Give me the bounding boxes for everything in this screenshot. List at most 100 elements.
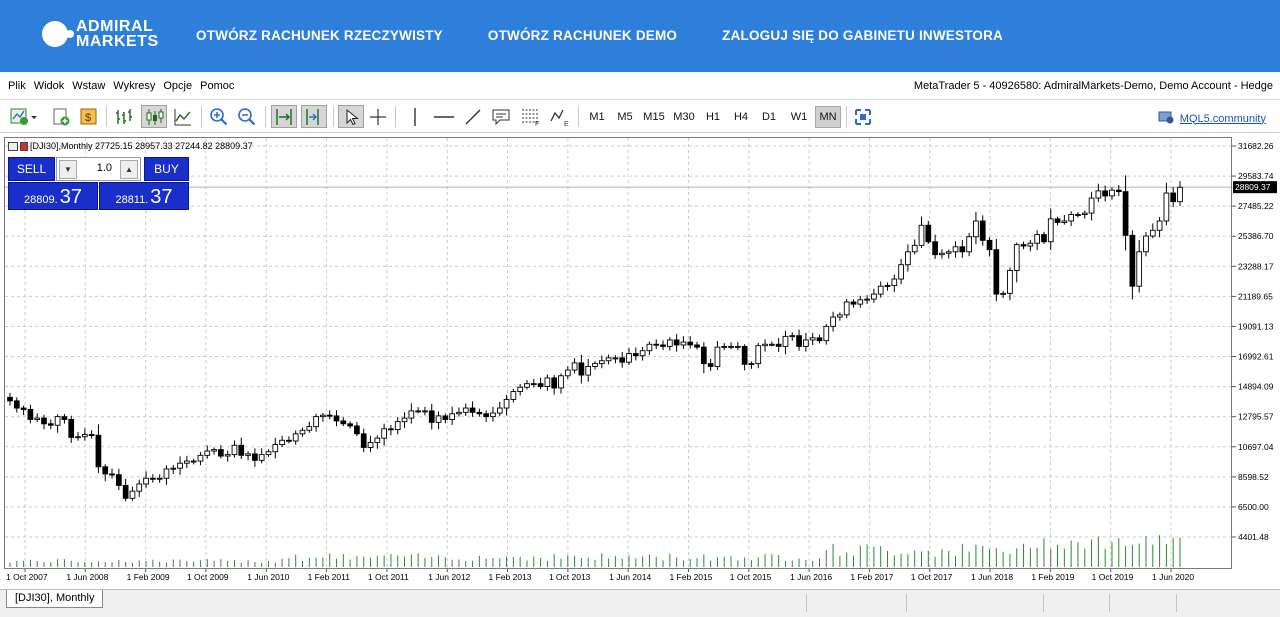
candle-bullish bbox=[857, 299, 864, 305]
admiral-markets-logo[interactable]: ADMIRAL MARKETS bbox=[42, 19, 159, 50]
menu-view[interactable]: Widok bbox=[34, 80, 65, 92]
y-tick-label: 10697.04 bbox=[1238, 442, 1274, 452]
x-tick-label: 1 Oct 2013 bbox=[549, 572, 591, 582]
candle-bullish bbox=[1075, 214, 1081, 216]
timeframe-m5[interactable]: M5 bbox=[612, 106, 638, 128]
candle-bearish bbox=[115, 474, 122, 486]
candlestick-chart-icon[interactable] bbox=[141, 105, 167, 128]
candle-bullish bbox=[54, 416, 61, 426]
menu-bar: Plik Widok Wstaw Wykresy Opcje Pomoc Met… bbox=[0, 72, 1280, 100]
candle-bullish bbox=[1177, 186, 1183, 203]
candle-bullish bbox=[803, 339, 809, 347]
x-tick-label: 1 Jun 2010 bbox=[247, 572, 289, 582]
trendline-icon[interactable] bbox=[462, 105, 484, 128]
chart-flag-icon bbox=[20, 141, 28, 151]
buy-price[interactable]: 28811. 37 bbox=[99, 182, 189, 210]
candle-bullish bbox=[871, 293, 877, 300]
y-tick-label: 27485.22 bbox=[1238, 201, 1274, 211]
menu-help[interactable]: Pomoc bbox=[200, 80, 234, 92]
cursor-icon[interactable] bbox=[338, 105, 364, 128]
candle-bullish bbox=[755, 345, 762, 365]
fullscreen-icon[interactable] bbox=[852, 105, 874, 128]
candle-bearish bbox=[442, 415, 449, 420]
candle-bearish bbox=[660, 344, 666, 347]
candle-bearish bbox=[20, 407, 27, 410]
chart-symbol-header: [DJI30],Monthly 27725.15 28957.33 27244.… bbox=[8, 141, 253, 151]
candle-bearish bbox=[469, 407, 476, 413]
candle-bullish bbox=[1068, 214, 1075, 222]
candle-bullish bbox=[605, 357, 612, 362]
y-tick-label: 25386.70 bbox=[1238, 231, 1274, 241]
candle-bearish bbox=[578, 362, 585, 376]
text-label-icon[interactable] bbox=[490, 105, 512, 128]
y-tick-label: 4401.48 bbox=[1238, 532, 1269, 542]
new-order-icon[interactable] bbox=[50, 105, 72, 128]
chart-shift-icon[interactable] bbox=[301, 105, 327, 128]
vertical-line-icon[interactable] bbox=[404, 105, 426, 128]
lot-size-field[interactable]: ▼ 1.0 ▲ bbox=[56, 157, 141, 181]
algo-trading-icon[interactable]: $ bbox=[78, 105, 100, 128]
open-demo-account-link[interactable]: OTWÓRZ RACHUNEK DEMO bbox=[488, 28, 677, 43]
candle-bullish bbox=[1007, 269, 1013, 294]
timeframe-d1[interactable]: D1 bbox=[756, 106, 782, 128]
fibonacci-icon[interactable]: F bbox=[519, 105, 543, 128]
timeframe-h4[interactable]: H4 bbox=[728, 106, 754, 128]
zoom-out-icon[interactable] bbox=[236, 105, 258, 128]
chart-area[interactable]: 31682.26 29583.74 27485.22 25386.70 23288.17… bbox=[4, 137, 1278, 589]
candle-bullish bbox=[748, 363, 755, 366]
candle-bullish bbox=[571, 362, 578, 371]
buy-button[interactable]: BUY bbox=[144, 157, 189, 181]
horizontal-line-icon[interactable] bbox=[432, 105, 456, 128]
timeframe-m15[interactable]: M15 bbox=[640, 106, 668, 128]
lot-decrease-icon[interactable]: ▼ bbox=[59, 160, 77, 179]
open-real-account-link[interactable]: OTWÓRZ RACHUNEK RZECZYWISTY bbox=[196, 28, 443, 43]
sell-button[interactable]: SELL bbox=[8, 157, 55, 181]
candle-bearish bbox=[41, 417, 47, 425]
candle-bullish bbox=[292, 433, 299, 442]
lot-value[interactable]: 1.0 bbox=[79, 162, 118, 174]
auto-scroll-icon[interactable] bbox=[271, 105, 297, 128]
zoom-in-icon[interactable] bbox=[208, 105, 230, 128]
sell-price[interactable]: 28809. 37 bbox=[8, 182, 98, 210]
new-chart-icon[interactable] bbox=[8, 105, 40, 128]
mql5-community-link[interactable]: MQL5.community bbox=[1158, 110, 1266, 127]
chart-window-icon bbox=[8, 141, 18, 151]
sell-price-main: 28809. bbox=[24, 194, 58, 206]
candle-bullish bbox=[1143, 235, 1149, 253]
candle-bullish bbox=[211, 449, 217, 452]
candle-bearish bbox=[428, 410, 435, 423]
timeframe-m1[interactable]: M1 bbox=[584, 106, 610, 128]
candle-bullish bbox=[136, 483, 143, 492]
menu-charts[interactable]: Wykresy bbox=[113, 80, 155, 92]
investor-cabinet-login-link[interactable]: ZALOGUJ SIĘ DO GABINETU INWESTORA bbox=[722, 28, 1003, 43]
bar-chart-icon[interactable] bbox=[113, 105, 135, 128]
timeframe-m30[interactable]: M30 bbox=[670, 106, 698, 128]
timeframe-mn[interactable]: MN bbox=[815, 106, 841, 128]
timeframe-h1[interactable]: H1 bbox=[700, 106, 726, 128]
candle-bullish bbox=[939, 252, 945, 256]
candle-bearish bbox=[326, 414, 333, 417]
line-chart-icon[interactable] bbox=[172, 105, 194, 128]
candle-bullish bbox=[626, 353, 632, 363]
candle-bearish bbox=[741, 345, 748, 365]
lot-increase-icon[interactable]: ▲ bbox=[120, 160, 138, 179]
candle-bearish bbox=[1170, 192, 1177, 203]
candle-bearish bbox=[1020, 244, 1027, 247]
candle-bearish bbox=[218, 449, 224, 457]
timeframe-w1[interactable]: W1 bbox=[786, 106, 812, 128]
chart-tabs-bar: [DJI30], Monthly bbox=[0, 589, 1280, 617]
candle-bearish bbox=[149, 477, 156, 480]
price-chart[interactable]: 31682.26 29583.74 27485.22 25386.70 23288.17… bbox=[4, 137, 1278, 589]
candle-bullish bbox=[422, 410, 428, 413]
candle-bullish bbox=[170, 467, 177, 470]
x-tick-label: 1 Jun 2020 bbox=[1152, 572, 1194, 582]
candle-bullish bbox=[884, 285, 891, 287]
chart-tab-dji30-monthly[interactable]: [DJI30], Monthly bbox=[6, 590, 104, 608]
menu-insert[interactable]: Wstaw bbox=[72, 80, 105, 92]
y-tick-label: 23288.17 bbox=[1238, 261, 1274, 271]
crosshair-icon[interactable] bbox=[367, 105, 389, 128]
menu-options[interactable]: Opcje bbox=[163, 80, 192, 92]
top-navigation: OTWÓRZ RACHUNEK RZECZYWISTY OTWÓRZ RACHU… bbox=[196, 28, 1003, 43]
elliott-wave-icon[interactable]: E bbox=[548, 105, 572, 128]
menu-file[interactable]: Plik bbox=[8, 80, 26, 92]
